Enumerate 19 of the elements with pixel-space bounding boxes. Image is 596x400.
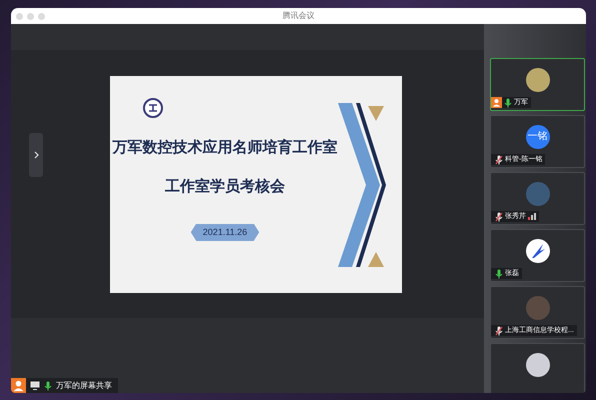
window-title: 腾讯会议 — [282, 10, 314, 22]
photo-placeholder — [526, 182, 550, 206]
logo-avatar-icon — [526, 239, 550, 263]
emblem-icon — [143, 98, 163, 118]
photo-placeholder — [526, 68, 550, 92]
screen-share-icon — [30, 381, 40, 390]
minimize-icon[interactable] — [27, 12, 34, 20]
participant-tile[interactable] — [490, 343, 585, 393]
slide-subtitle: 工作室学员考核会 — [165, 176, 285, 197]
date-banner: 2021.11.26 — [190, 224, 260, 241]
chevron-right-icon — [34, 151, 38, 159]
initials-avatar: 一铭 — [526, 125, 550, 149]
photo-placeholder — [526, 296, 550, 320]
photo-placeholder — [526, 353, 550, 377]
slide-title: 万军数控技术应用名师培育工作室 — [112, 138, 338, 158]
maximize-icon[interactable] — [38, 12, 45, 20]
share-label: 万军的屏幕共享 — [56, 380, 112, 392]
expand-panel-button[interactable] — [29, 133, 43, 177]
close-icon[interactable] — [16, 12, 23, 20]
